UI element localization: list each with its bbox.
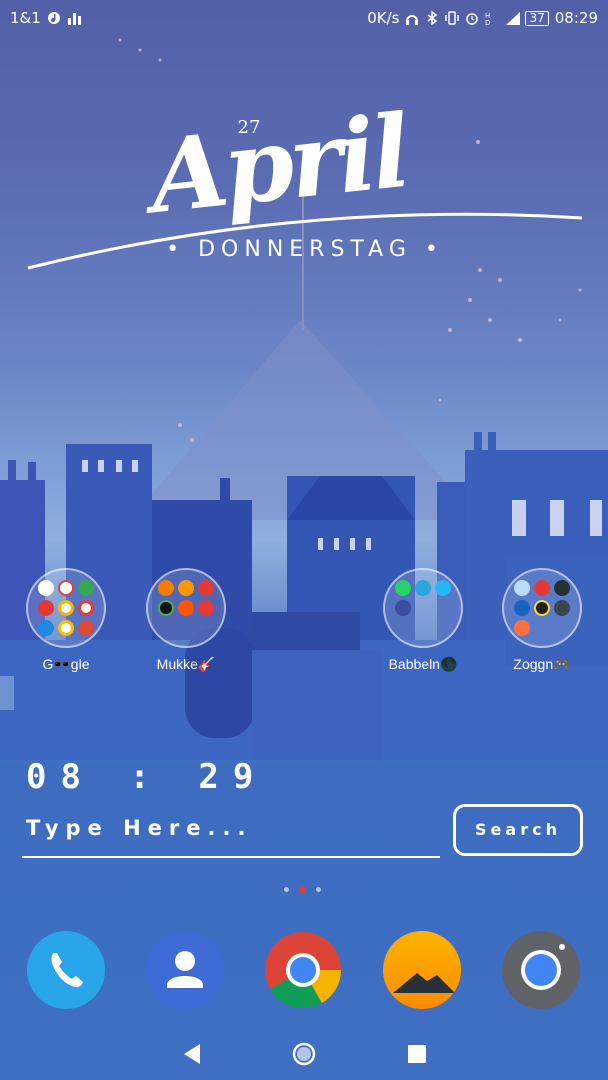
maps-icon (78, 580, 94, 596)
game-3-icon (554, 580, 570, 596)
gmail-icon (58, 580, 74, 596)
phone-app[interactable] (27, 931, 105, 1009)
google-plus-icon (78, 620, 94, 636)
folder-label: Mukke🎸 (156, 656, 216, 672)
music-app-icon (158, 600, 174, 616)
chrome-app[interactable] (264, 931, 342, 1009)
mountain-icon (393, 973, 455, 993)
recents-button[interactable] (406, 1040, 428, 1068)
folder-circle (383, 568, 463, 648)
calendar-weekday: • DONNERSTAG • (166, 237, 444, 262)
media-player-icon (158, 580, 174, 596)
folder-circle (26, 568, 106, 648)
podcast-icon (198, 600, 214, 616)
folder-mukke[interactable]: Mukke🎸 (146, 568, 226, 672)
game-1-icon (514, 580, 530, 596)
drive-icon (58, 600, 74, 616)
game-6-icon (554, 600, 570, 616)
folder-circle (502, 568, 582, 648)
whatsapp-icon (395, 580, 411, 596)
game-7-icon (514, 620, 530, 636)
folder-zoggn[interactable]: Zoggn🎮 (502, 568, 582, 672)
apple-music-icon (198, 580, 214, 596)
folder-label: Zoggn🎮 (513, 656, 571, 672)
game-4-icon (514, 600, 530, 616)
contacts-icon (167, 951, 203, 988)
home-screen: 1&1 0K/s HD 37 08:29 27 April • DONNERST… (0, 0, 608, 1080)
chrome-icon (265, 932, 342, 1009)
search-input-underline (22, 856, 440, 858)
play-store-icon (78, 600, 94, 616)
folder-google[interactable]: G🕶️gle (26, 568, 106, 672)
messages-icon (435, 580, 451, 596)
folder-label: Babbeln🌑 (388, 656, 458, 672)
folder-babbeln[interactable]: Babbeln🌑 (383, 568, 463, 672)
photos-icon (58, 620, 74, 636)
duo-icon (38, 620, 54, 636)
page-indicator (284, 886, 321, 893)
page-dot-active (299, 886, 306, 893)
camera-icon (521, 944, 565, 990)
youtube-icon (38, 600, 54, 616)
camera-app[interactable] (502, 931, 580, 1009)
gallery-app[interactable] (383, 931, 461, 1009)
page-dot (284, 887, 289, 892)
soundcloud-icon (178, 600, 194, 616)
telegram-icon (415, 580, 431, 596)
f-app-icon (395, 600, 411, 616)
google-icon (38, 580, 54, 596)
search-input[interactable]: Type Here... (26, 816, 252, 840)
game-2-icon (534, 580, 550, 596)
clock-widget[interactable]: 08 : 29 (26, 757, 267, 797)
search-button[interactable]: Search (453, 804, 583, 856)
contacts-app[interactable] (146, 931, 224, 1009)
folder-circle (146, 568, 226, 648)
phone-icon (51, 953, 83, 988)
home-button[interactable] (292, 1040, 318, 1068)
game-5-icon (534, 600, 550, 616)
folder-label: G🕶️gle (42, 656, 90, 672)
back-button[interactable] (180, 1040, 204, 1068)
play-music-icon (178, 580, 194, 596)
page-dot (316, 887, 321, 892)
